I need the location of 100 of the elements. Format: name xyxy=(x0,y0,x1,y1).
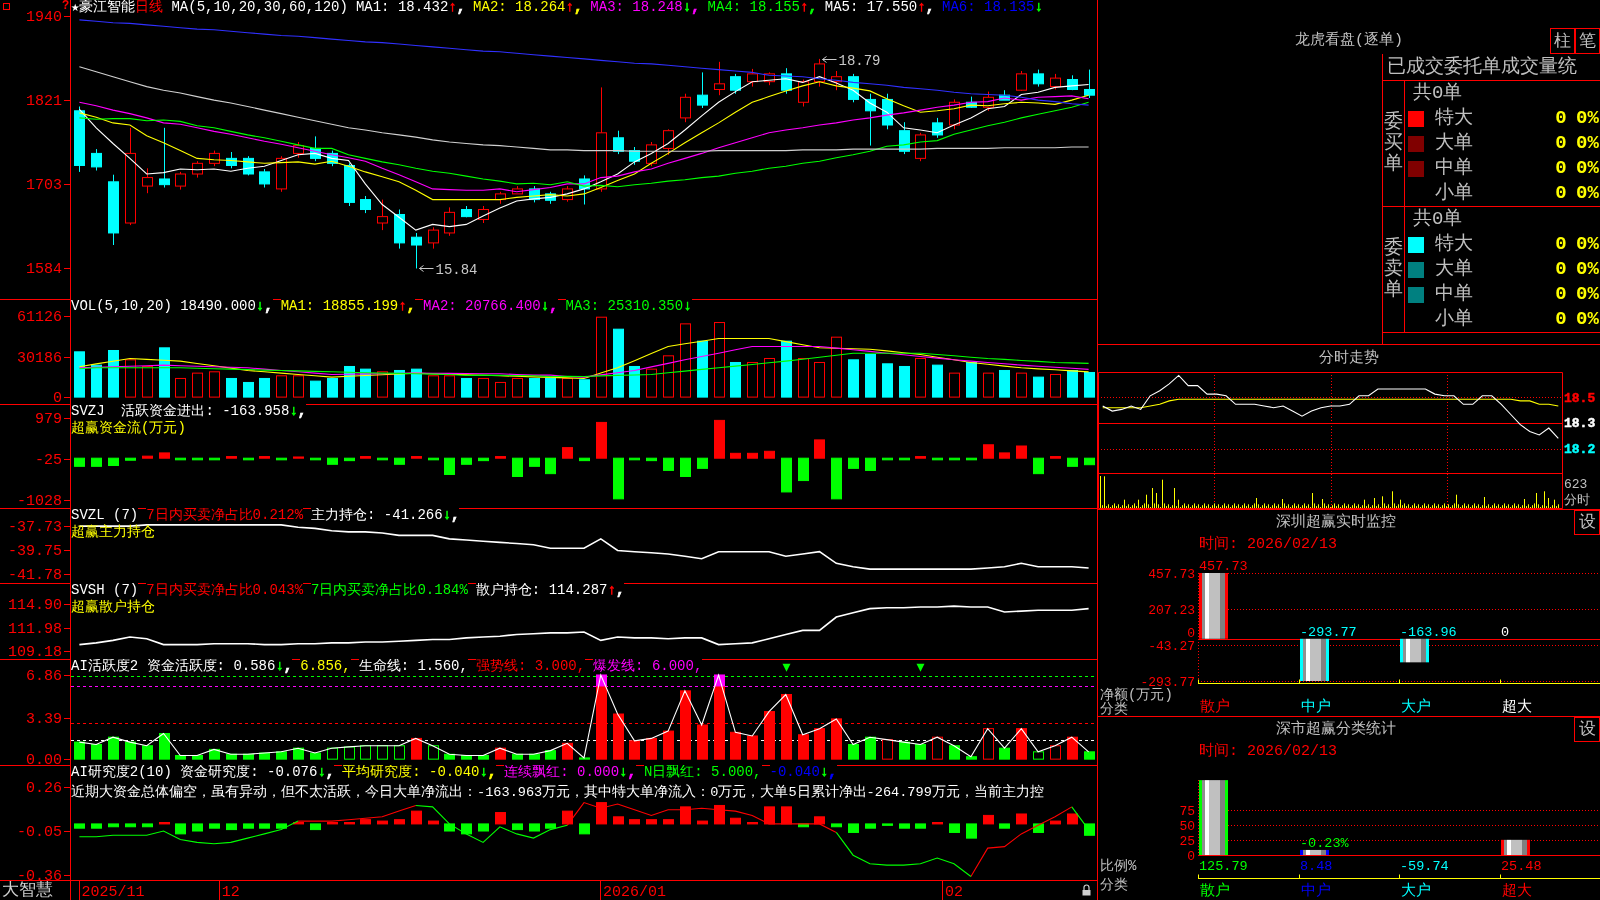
candle-body xyxy=(444,211,455,234)
indicator-bar xyxy=(327,457,338,465)
axis-label: 30186 xyxy=(17,349,62,367)
candle-wick xyxy=(853,73,854,103)
indicator-bar xyxy=(192,823,203,832)
indicator-legend: MA(5,10,20,30,60,120) xyxy=(171,0,348,14)
indicator-bar xyxy=(781,340,792,398)
indicator-legend: MA2: 18.264↑, xyxy=(473,0,583,14)
candle-wick xyxy=(534,185,535,203)
indicator-bar xyxy=(276,751,287,760)
analysis-text: 近期大资金总体偏空，虽有异动，但不太活跃，今日大单净流出：-163.963万元，其中特大单净流入：0万元，大单5日累计净出-264.799万元，当前主力控 xyxy=(71,785,1044,800)
order-count: 0 xyxy=(1554,285,1568,304)
indicator-bar xyxy=(545,750,556,760)
indicator-bar xyxy=(175,377,186,398)
axis-label: -41.78 xyxy=(8,566,62,583)
indicator-bar xyxy=(444,753,455,760)
candle-body xyxy=(209,152,220,164)
indicator-bar xyxy=(377,745,388,760)
category-label: 超大 xyxy=(1502,883,1532,900)
indicator-bar xyxy=(562,447,573,459)
indicator-bar xyxy=(243,753,254,760)
indicator-bar xyxy=(831,457,842,500)
order-type: 小单 xyxy=(1435,310,1474,329)
indicator-bar xyxy=(74,457,85,467)
indicator-legend: 6.856, xyxy=(300,659,351,673)
indicator-bar xyxy=(646,457,657,462)
indicator-bar xyxy=(562,742,573,760)
arrow-icon xyxy=(419,265,434,272)
indicator-bar xyxy=(495,812,506,825)
indicator-bar xyxy=(159,822,170,825)
order-type: 特大 xyxy=(1435,109,1474,128)
question-mark: ? xyxy=(62,0,70,12)
view-toggle-button[interactable]: 笔 xyxy=(1575,28,1600,54)
candle-body xyxy=(680,96,691,119)
indicator-bar xyxy=(108,457,119,466)
indicator-bar xyxy=(730,362,741,398)
indicator-bar xyxy=(781,694,792,760)
price-label: 15.84 xyxy=(435,261,478,278)
view-toggle-button[interactable]: 柱 xyxy=(1550,28,1575,54)
order-count: 0 xyxy=(1554,159,1568,178)
candle-wick xyxy=(920,132,921,162)
indicator-bar xyxy=(831,336,842,398)
candle-wick xyxy=(769,71,770,86)
indicator-bar xyxy=(108,823,119,828)
indicator-bar xyxy=(428,457,439,461)
indicator-bar xyxy=(646,368,657,398)
indicator-bar xyxy=(243,823,254,829)
indicator-bar xyxy=(512,823,523,831)
group-label: 委卖单 xyxy=(1384,238,1403,301)
value-label: -293.77 xyxy=(1300,624,1357,640)
settings-button[interactable]: 设 xyxy=(1574,717,1600,742)
axis-label: 25 xyxy=(1179,833,1195,849)
indicator-bar xyxy=(411,456,422,459)
candle-body xyxy=(1084,89,1095,96)
indicator-bar xyxy=(915,358,926,398)
indicator-bar xyxy=(983,444,994,459)
indicator-bar xyxy=(243,457,254,461)
indicator-bar xyxy=(730,452,741,459)
indicator-legend: 散户持仓: 114.287↑, xyxy=(475,583,625,597)
order-count: 0 xyxy=(1554,310,1568,329)
indicator-bar xyxy=(865,457,876,471)
indicator-bar xyxy=(781,457,792,493)
indicator-bar xyxy=(478,823,489,832)
indicator-bar xyxy=(344,365,355,398)
order-percent: 0% xyxy=(1576,235,1600,254)
candle-wick xyxy=(803,79,804,107)
candle-body xyxy=(125,152,136,224)
candle-wick xyxy=(96,148,97,171)
indicator-bar xyxy=(175,755,186,760)
indicator-bar xyxy=(1033,823,1044,833)
candle-body xyxy=(848,76,859,100)
indicator-bar xyxy=(175,823,186,835)
axis-label: 111.98 xyxy=(8,621,62,638)
square-icon xyxy=(3,3,10,10)
indicator-bar xyxy=(276,375,287,398)
indicator-legend: MA3: 25310.350↓ xyxy=(565,299,692,313)
candle-body xyxy=(310,147,321,159)
indicator-bar xyxy=(697,724,708,760)
candle-body xyxy=(932,122,943,136)
indicator-bar xyxy=(108,350,119,398)
indicator-bar xyxy=(899,823,910,829)
group-label: 委买单 xyxy=(1384,112,1403,175)
indicator-bar xyxy=(310,457,321,461)
candle-body xyxy=(428,229,439,244)
candle-body xyxy=(91,152,102,168)
candle-body xyxy=(344,165,355,203)
indicator-bar xyxy=(882,823,893,826)
indicator-bar xyxy=(394,369,405,398)
value-label: 8.48 xyxy=(1300,859,1333,874)
indicator-bar xyxy=(831,718,842,760)
indicator-bar xyxy=(344,457,355,462)
order-total: 共0单 xyxy=(1413,84,1463,103)
indicator-bar xyxy=(646,819,657,825)
indicator-bar xyxy=(1033,751,1044,760)
candle-wick xyxy=(180,171,181,191)
candle-wick xyxy=(937,117,938,139)
category-label: 散户 xyxy=(1200,883,1230,900)
settings-button[interactable]: 设 xyxy=(1574,510,1600,535)
axis-label: 50 xyxy=(1179,818,1195,834)
indicator-bar xyxy=(142,823,153,828)
